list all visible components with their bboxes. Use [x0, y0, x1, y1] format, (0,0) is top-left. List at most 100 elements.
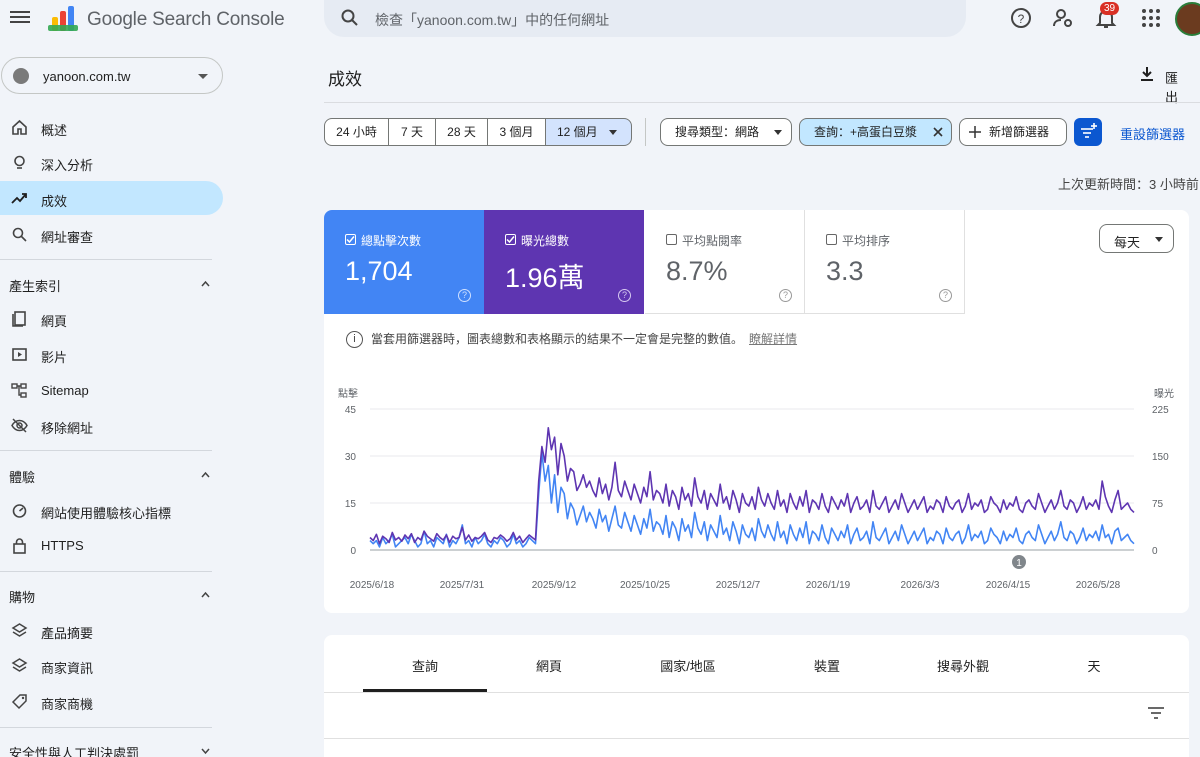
- filter-divider: [645, 118, 646, 146]
- chevron-up-icon[interactable]: [201, 470, 210, 479]
- left-tick-label: 45: [345, 405, 357, 416]
- checkbox-unchecked-icon[interactable]: [826, 234, 837, 245]
- right-tick-label: 150: [1152, 452, 1169, 463]
- info-icon: i: [346, 331, 363, 349]
- sidebar-divider: [0, 450, 212, 451]
- range-3m[interactable]: 3 個月: [487, 118, 546, 146]
- sidebar-item-pages[interactable]: 網頁: [0, 301, 223, 335]
- sidebar-item-sitemap[interactable]: Sitemap: [0, 373, 223, 407]
- sidebar-item-label: 深入分析: [41, 158, 94, 173]
- account-avatar[interactable]: [1175, 2, 1200, 36]
- sidebar-item-merchant-listings[interactable]: 商家資訊: [0, 648, 223, 682]
- sidebar-item-url-inspection[interactable]: 網址審查: [0, 217, 223, 251]
- checkbox-checked-icon[interactable]: [345, 234, 356, 245]
- url-inspection-search[interactable]: 檢查「yanoon.com.tw」中的任何網址: [324, 0, 966, 37]
- filter-list-icon[interactable]: [1147, 706, 1165, 720]
- sidebar-item-core-web-vitals[interactable]: 網站使用體驗核心指標: [0, 493, 223, 527]
- x-tick-label: 2025/12/7: [716, 580, 761, 591]
- x-tick-label: 2026/4/15: [986, 580, 1031, 591]
- granularity-select[interactable]: 每天: [1099, 224, 1174, 253]
- range-12m[interactable]: 12 個月: [545, 118, 632, 146]
- chevron-up-icon[interactable]: [201, 590, 210, 599]
- sidebar-item-product-snippets[interactable]: 產品摘要: [0, 613, 223, 647]
- range-12m-label: 12 個月: [557, 125, 598, 139]
- filter-notice: i 當套用篩選器時，圖表總數和表格顯示的結果不一定會是完整的數值。 瞭解詳情: [346, 330, 797, 349]
- help-icon[interactable]: ?: [458, 289, 471, 302]
- metric-value: 8.7%: [666, 256, 728, 286]
- x-tick-label: 2025/10/25: [620, 580, 670, 591]
- chevron-up-icon[interactable]: [201, 279, 210, 288]
- sidebar-item-label: 影片: [41, 350, 68, 365]
- query-filter-chip[interactable]: 查詢：+高蛋白豆漿: [799, 118, 952, 146]
- sidebar-item-label: 商家資訊: [41, 661, 94, 676]
- metric-value: 3.3: [826, 256, 864, 286]
- sidebar-item-performance[interactable]: 成效: [0, 181, 223, 215]
- x-tick-label: 2026/5/28: [1076, 580, 1121, 591]
- sidebar-item-https[interactable]: HTTPS: [0, 528, 223, 562]
- caret-down-icon: [1155, 237, 1163, 242]
- sidebar-item-label: 移除網址: [41, 421, 94, 436]
- range-24h[interactable]: 24 小時: [324, 118, 389, 146]
- filter-settings-button[interactable]: [1074, 118, 1102, 146]
- metric-total-impressions[interactable]: 曝光總數 1.96萬 ?: [484, 210, 644, 314]
- close-icon[interactable]: [933, 127, 943, 137]
- table-header-divider: [324, 738, 1189, 739]
- search-type-label: 搜尋類型：網路: [675, 125, 760, 139]
- add-filter-label: 新增篩選器: [989, 125, 1050, 139]
- notification-badge: 39: [1100, 2, 1120, 15]
- tab-devices[interactable]: 裝置: [765, 656, 889, 675]
- tab-search-appearance[interactable]: 搜尋外觀: [901, 656, 1025, 675]
- property-name: yanoon.com.tw: [43, 69, 131, 84]
- tab-divider: [324, 692, 1189, 693]
- tab-queries[interactable]: 查詢: [363, 656, 487, 675]
- sidebar-item-label: 商家商機: [41, 697, 94, 712]
- menu-icon[interactable]: [10, 8, 30, 28]
- tab-countries[interactable]: 國家/地區: [626, 656, 750, 675]
- tab-dates[interactable]: 天: [1032, 656, 1156, 675]
- performance-chart[interactable]: 點擊 曝光 45 225 30 150 15 75 0 0 2025/6/18 2025/7/31 20…: [324, 370, 1189, 600]
- metric-total-clicks[interactable]: 總點擊次數 1,704 ?: [324, 210, 484, 314]
- help-icon[interactable]: ?: [1009, 6, 1033, 30]
- checkbox-checked-icon[interactable]: [505, 234, 516, 245]
- search-type-filter[interactable]: 搜尋類型：網路: [660, 118, 792, 146]
- learn-more-link[interactable]: 瞭解詳情: [749, 332, 797, 346]
- metric-average-ctr[interactable]: 平均點閱率 8.7% ?: [645, 210, 805, 314]
- sitemap-icon: [11, 383, 27, 398]
- sidebar-divider: [0, 727, 212, 728]
- sidebar-item-overview[interactable]: 概述: [0, 110, 223, 144]
- filter-add-icon: [1081, 123, 1097, 138]
- sidebar-item-merchant-opportunities[interactable]: 商家商機: [0, 684, 223, 718]
- sidebar-item-label: 網頁: [41, 314, 68, 329]
- range-7d[interactable]: 7 天: [388, 118, 436, 146]
- search-console-logo: [48, 6, 78, 31]
- eye-off-icon: [11, 418, 28, 433]
- help-icon[interactable]: ?: [618, 289, 631, 302]
- x-tick-label: 2025/9/12: [532, 580, 577, 591]
- range-28d[interactable]: 28 天: [435, 118, 488, 146]
- right-tick-label: 225: [1152, 405, 1169, 416]
- sidebar-section-experience[interactable]: 體驗: [9, 467, 35, 486]
- impressions-series-line: [369, 426, 1135, 545]
- metric-label: 曝光總數: [521, 234, 570, 248]
- add-filter-button[interactable]: 新增篩選器: [959, 118, 1067, 146]
- metric-label: 平均點閱率: [682, 234, 743, 248]
- apps-grid-icon[interactable]: [1139, 6, 1163, 30]
- reset-filters-link[interactable]: 重設篩選器: [1120, 124, 1185, 143]
- property-selector[interactable]: yanoon.com.tw: [1, 57, 223, 94]
- help-icon[interactable]: ?: [779, 289, 792, 302]
- sidebar-section-security[interactable]: 安全性與人工判決處罰: [9, 743, 139, 757]
- sidebar-section-shopping[interactable]: 購物: [9, 587, 35, 606]
- help-icon[interactable]: ?: [939, 289, 952, 302]
- sidebar-item-removals[interactable]: 移除網址: [0, 408, 223, 442]
- tab-pages[interactable]: 網頁: [487, 656, 611, 675]
- checkbox-unchecked-icon[interactable]: [666, 234, 677, 245]
- sidebar-item-insights[interactable]: 深入分析: [0, 145, 223, 179]
- sidebar-section-indexing[interactable]: 產生索引: [9, 276, 61, 295]
- chevron-down-icon[interactable]: [201, 746, 210, 755]
- manage-users-icon[interactable]: [1051, 6, 1075, 30]
- metric-average-position[interactable]: 平均排序 3.3 ?: [805, 210, 965, 314]
- left-tick-label: 30: [345, 452, 357, 463]
- granularity-label: 每天: [1114, 235, 1141, 250]
- plus-icon: [969, 126, 981, 138]
- sidebar-item-videos[interactable]: 影片: [0, 337, 223, 371]
